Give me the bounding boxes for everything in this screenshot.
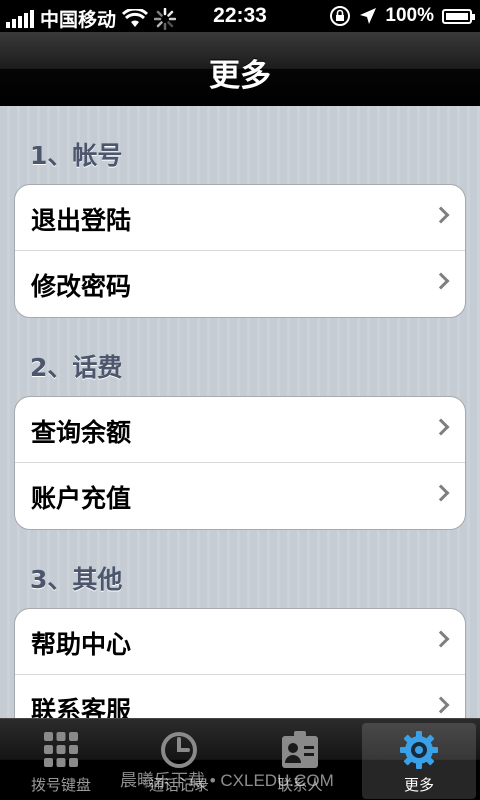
battery-percent: 100% xyxy=(385,5,434,26)
chevron-right-icon xyxy=(432,206,450,224)
rotation-lock-icon xyxy=(330,6,351,26)
tab-label: 更多 xyxy=(403,776,434,794)
gear-icon xyxy=(400,731,438,769)
row-label: 联系客服 xyxy=(31,696,132,718)
chevron-right-icon xyxy=(432,418,450,436)
group-billing: 查询余额 账户充值 xyxy=(14,396,466,530)
tab-keypad[interactable]: 拨号键盘 xyxy=(4,723,118,799)
chevron-right-icon xyxy=(432,696,450,714)
row-label: 账户充值 xyxy=(31,484,132,513)
section-header-billing: 2、话费 xyxy=(30,353,123,382)
row-customer-service[interactable]: 联系客服 xyxy=(15,675,465,718)
row-logout[interactable]: 退出登陆 xyxy=(15,185,465,251)
clock-icon xyxy=(161,732,197,768)
group-account: 退出登陆 修改密码 xyxy=(14,184,466,318)
row-label: 查询余额 xyxy=(31,418,132,447)
contacts-icon xyxy=(282,731,318,768)
row-help-center[interactable]: 帮助中心 xyxy=(15,609,465,675)
tab-more[interactable]: 更多 xyxy=(362,723,476,799)
chevron-right-icon xyxy=(432,630,450,648)
row-change-password[interactable]: 修改密码 xyxy=(15,251,465,317)
settings-list[interactable]: 1、帐号 退出登陆 修改密码 2、话费 查询余额 账户充值 3、其他 帮助中心 … xyxy=(0,106,480,718)
watermark: 晨曦乐下载 • CXLEDU.COM xyxy=(120,771,334,790)
battery-icon xyxy=(442,8,475,24)
chevron-right-icon xyxy=(432,272,450,290)
row-label: 修改密码 xyxy=(31,272,132,301)
page-title: 更多 xyxy=(209,58,271,94)
keypad-icon xyxy=(44,732,78,767)
navigation-bar: 更多 xyxy=(0,32,480,106)
status-bar: 中国移动 22:33 100% xyxy=(0,0,480,32)
tab-label: 拨号键盘 xyxy=(30,776,91,794)
row-label: 帮助中心 xyxy=(31,630,132,659)
row-recharge[interactable]: 账户充值 xyxy=(15,463,465,529)
row-label: 退出登陆 xyxy=(31,206,132,235)
row-check-balance[interactable]: 查询余额 xyxy=(15,397,465,463)
section-header-account: 1、帐号 xyxy=(30,141,123,170)
status-right: 100% xyxy=(329,5,475,27)
group-other: 帮助中心 联系客服 xyxy=(14,608,466,718)
section-header-other: 3、其他 xyxy=(30,565,123,594)
location-icon xyxy=(360,8,377,24)
chevron-right-icon xyxy=(432,484,450,502)
